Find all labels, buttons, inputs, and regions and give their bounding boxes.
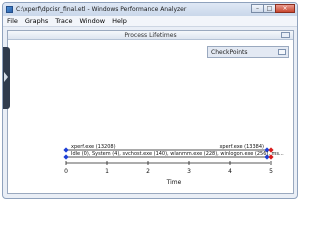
process-start-marker [63,154,69,160]
process-start-marker [63,147,69,153]
window-title: C:\xperf\dpcisr_final.etl - Windows Perf… [16,6,187,13]
menu-window[interactable]: Window [79,17,105,25]
close-button[interactable]: × [275,4,295,13]
process-row-label: Idle (0), System (4), svchost.exe (140),… [71,151,284,157]
process-lifetimes-chart: xperf.exe (13208) xperf.exe (13384)Idle (… [63,144,284,186]
window-controls: – □ × [251,4,295,14]
time-axis-tick-label: 2 [146,168,150,175]
title-bar[interactable]: C:\xperf\dpcisr_final.etl - Windows Perf… [3,3,297,16]
menu-help[interactable]: Help [112,17,127,25]
graph-explorer-handle[interactable] [3,47,10,109]
process-row-label: xperf.exe (13208) [71,144,116,150]
app-icon [6,6,13,13]
menu-file[interactable]: File [7,17,18,25]
time-axis-tick-label: 1 [105,168,109,175]
menu-graphs[interactable]: Graphs [25,17,48,25]
app-window: C:\xperf\dpcisr_final.etl - Windows Perf… [2,2,298,199]
menu-trace[interactable]: Trace [55,17,72,25]
process-row-end-label: xperf.exe (13384) [219,144,264,150]
time-axis-tick-label: 5 [269,168,273,175]
menu-bar: File Graphs Trace Window Help [3,16,297,27]
graph-pane: Process Lifetimes CheckPoints xperf.exe … [7,30,294,194]
time-axis-tick-label: 4 [228,168,232,175]
time-axis-tick-label: 0 [64,168,68,175]
process-rows: xperf.exe (13208) xperf.exe (13384)Idle (… [63,144,284,160]
time-axis-tick-label: 3 [187,168,191,175]
time-axis-title: Time [166,179,182,186]
